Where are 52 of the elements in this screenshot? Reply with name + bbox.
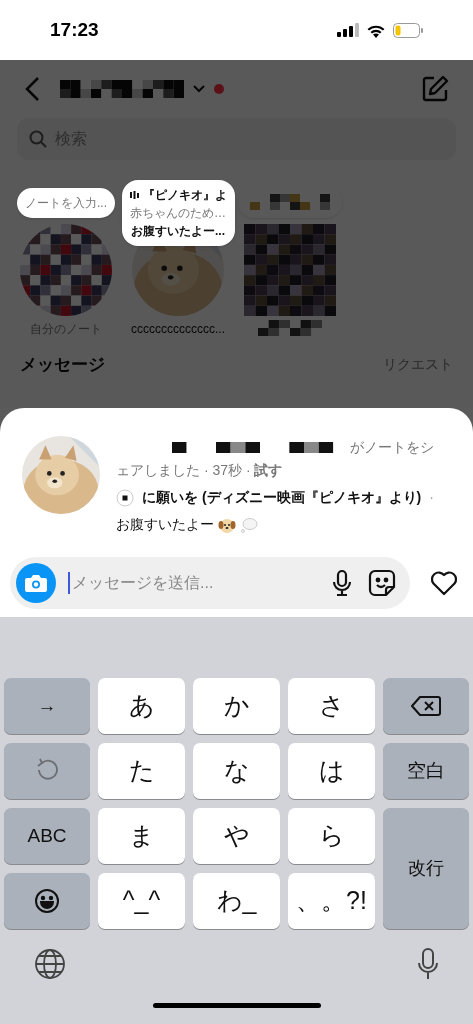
battery-icon xyxy=(393,22,423,38)
key[interactable]: ま xyxy=(98,808,185,864)
search-icon xyxy=(29,130,47,148)
note-bubble[interactable]: ノートを入力... xyxy=(17,188,115,218)
smiley-icon xyxy=(34,888,60,914)
note-label: cccccccccccccc... xyxy=(131,321,225,338)
record-icon xyxy=(116,488,134,507)
note-text: お腹すいたよー xyxy=(116,515,214,534)
key[interactable]: → xyxy=(4,678,90,734)
compose-icon[interactable] xyxy=(421,75,449,103)
song-title: に願いを (ディズニー映画『ピノキオ』より) xyxy=(142,488,422,507)
chevron-down-icon[interactable] xyxy=(192,84,206,94)
key[interactable]: た xyxy=(98,743,185,799)
note-text: お腹すいたよー... xyxy=(131,223,225,240)
sticker-icon[interactable] xyxy=(368,569,396,597)
note-text: 赤ちゃんのため… xyxy=(130,205,226,222)
key[interactable]: ^_^ xyxy=(98,873,185,929)
key[interactable]: は xyxy=(288,743,375,799)
emoji-key[interactable] xyxy=(4,873,90,929)
camera-button[interactable] xyxy=(16,563,56,603)
key[interactable]: か xyxy=(193,678,280,734)
key[interactable]: さ xyxy=(288,678,375,734)
key[interactable]: ABC xyxy=(4,808,90,864)
note-bubble[interactable]: 『ピノキオ』よ 赤ちゃんのため… お腹すいたよー... xyxy=(121,180,235,246)
key[interactable]: 、。?! xyxy=(288,873,375,929)
return-key[interactable]: 改行 xyxy=(383,808,469,929)
note-text: ノートを入力... xyxy=(25,195,107,212)
camera-icon xyxy=(25,574,47,592)
section-title: メッセージ xyxy=(20,354,105,376)
key[interactable]: や xyxy=(193,808,280,864)
shared-note-text: がノートをシ xyxy=(350,438,434,457)
unread-dot-icon xyxy=(214,84,224,94)
back-icon[interactable] xyxy=(24,76,40,102)
microphone-icon[interactable] xyxy=(417,947,439,981)
key[interactable]: 空白 xyxy=(383,743,469,799)
backspace-icon xyxy=(411,695,441,717)
key[interactable]: あ xyxy=(98,678,185,734)
globe-icon[interactable] xyxy=(34,948,66,980)
shared-note-text: ェアしました · 37秒 · 試す xyxy=(116,461,284,480)
signal-icon xyxy=(337,23,359,37)
thought-bubble-icon xyxy=(240,516,258,533)
heart-icon[interactable] xyxy=(430,570,458,596)
key[interactable]: な xyxy=(193,743,280,799)
status-time: 17:23 xyxy=(50,17,99,42)
music-bars-icon xyxy=(129,191,139,199)
separator-text: · xyxy=(429,488,434,507)
note-text: 『ピノキオ』よ xyxy=(142,187,227,204)
key[interactable]: わ_ xyxy=(193,873,280,929)
microphone-icon[interactable] xyxy=(332,569,352,597)
delete-key[interactable] xyxy=(383,678,469,734)
message-placeholder: メッセージを送信... xyxy=(72,573,214,593)
key[interactable]: ら xyxy=(288,808,375,864)
